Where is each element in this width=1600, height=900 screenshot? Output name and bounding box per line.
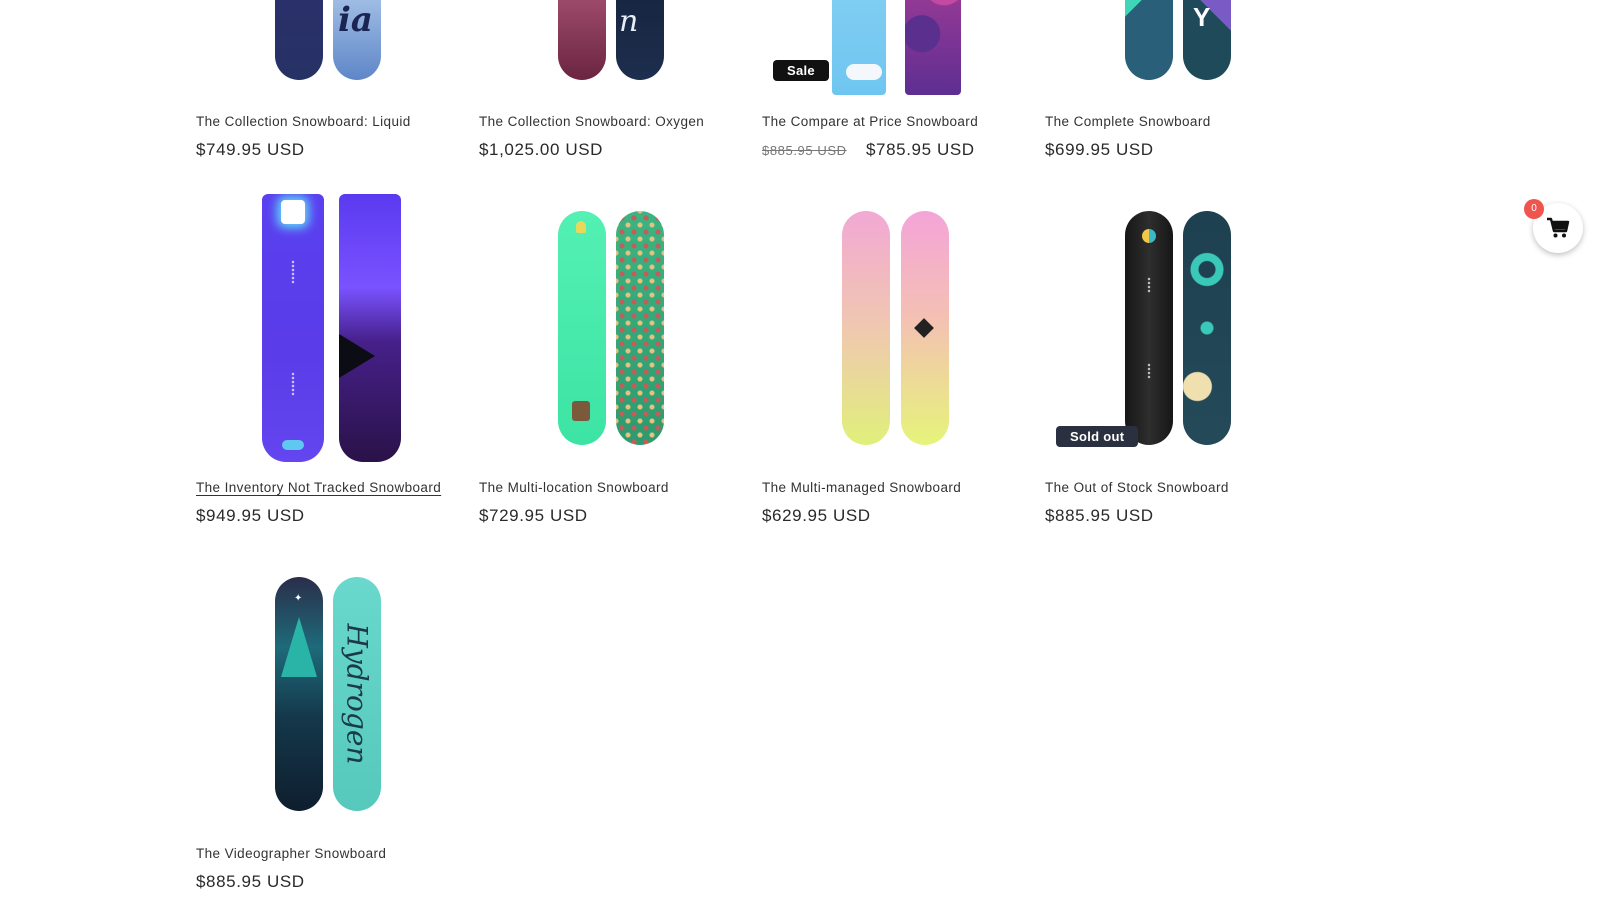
product-price: $949.95 USD xyxy=(196,506,305,525)
sale-badge: Sale xyxy=(773,60,829,81)
product-image-multi-managed[interactable] xyxy=(762,194,1022,462)
cart-icon xyxy=(1547,217,1570,238)
sale-price: $785.95 USD xyxy=(865,140,975,159)
product-title[interactable]: The Inventory Not Tracked Snowboard xyxy=(196,480,441,495)
product-price: $629.95 USD xyxy=(762,506,871,525)
product-image-compare-price[interactable]: Sale xyxy=(762,0,1022,95)
product-price: $699.95 USD xyxy=(1045,140,1154,159)
product-image-videographer[interactable]: ✦ Hydrogen xyxy=(196,560,456,828)
product-image-complete[interactable]: Y xyxy=(1045,0,1305,95)
product-image-oxygen[interactable]: n xyxy=(479,0,739,95)
product-title[interactable]: The Collection Snowboard: Oxygen xyxy=(479,114,704,129)
product-image-out-of-stock[interactable]: Sold out xyxy=(1045,194,1305,462)
product-title[interactable]: The Out of Stock Snowboard xyxy=(1045,480,1229,495)
product-title[interactable]: The Compare at Price Snowboard xyxy=(762,114,978,129)
product-title[interactable]: The Multi-location Snowboard xyxy=(479,480,669,495)
product-title[interactable]: The Videographer Snowboard xyxy=(196,846,386,861)
compare-at-price: $885.95 USD xyxy=(762,143,847,158)
product-price: $885.95 USD xyxy=(1045,506,1154,525)
product-title[interactable]: The Complete Snowboard xyxy=(1045,114,1211,129)
product-price: $1,025.00 USD xyxy=(479,140,604,159)
board-lettering-hydrogen: Hydrogen xyxy=(340,623,374,765)
product-title[interactable]: The Collection Snowboard: Liquid xyxy=(196,114,411,129)
product-price: $885.95 USD $785.95 USD xyxy=(762,140,975,160)
product-image-multi-location[interactable] xyxy=(479,194,739,462)
cart-count-badge: 0 xyxy=(1524,199,1544,219)
product-price: $749.95 USD xyxy=(196,140,305,159)
sold-out-badge: Sold out xyxy=(1056,426,1139,447)
product-price: $885.95 USD xyxy=(196,872,305,891)
product-price: $729.95 USD xyxy=(479,506,588,525)
product-image-liquid[interactable]: ia xyxy=(196,0,456,95)
product-image-inventory-not-tracked[interactable] xyxy=(196,194,456,462)
product-title[interactable]: The Multi-managed Snowboard xyxy=(762,480,961,495)
